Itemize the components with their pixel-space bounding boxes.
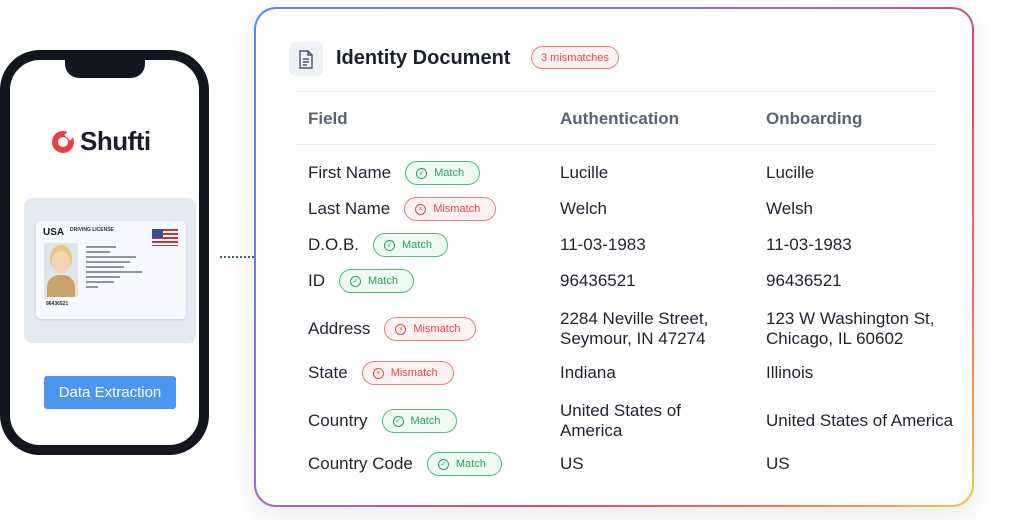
table-row: ID ✓ Match 96436521 96436521 [256, 261, 972, 301]
field-cell: Country Code ✓ Match [308, 444, 502, 484]
mismatch-badge: × Mismatch [361, 361, 454, 385]
check-circle-icon: ✓ [384, 239, 396, 251]
driving-license-card: USA DRIVING LICENSE 96436521 [36, 221, 186, 319]
x-circle-icon: × [395, 323, 407, 335]
authentication-value: US [560, 454, 584, 473]
authentication-value: Lucille [560, 163, 609, 182]
field-label: Country Code [308, 454, 413, 473]
card-country: USA [43, 227, 65, 238]
field-label: D.O.B. [308, 235, 360, 254]
mismatch-count-badge: 3 mismatches [531, 46, 619, 69]
onboarding-value: Illinois [766, 363, 814, 382]
x-circle-icon: × [372, 367, 384, 379]
x-circle-icon: × [415, 203, 427, 215]
mismatch-badge: × Mismatch [404, 197, 497, 221]
authentication-value: 96436521 [560, 271, 636, 290]
status-label: Match [434, 167, 465, 179]
field-label: Address [308, 319, 371, 338]
identity-document-panel: Identity Document 3 mismatches Field Aut… [254, 7, 974, 507]
table-row: State × Mismatch Indiana Illinois [256, 353, 972, 393]
id-card-holder: USA DRIVING LICENSE 96436521 [24, 198, 196, 343]
authentication-value: 11-03-1983 [560, 235, 646, 254]
shufti-logo-icon [52, 130, 74, 153]
column-header-field: Field [308, 109, 348, 128]
status-label: Match [402, 239, 432, 251]
field-cell: D.O.B. ✓ Match [308, 225, 448, 265]
brand-name: Shufti [80, 126, 151, 156]
match-badge: ✓ Match [339, 269, 414, 293]
field-cell: ID ✓ Match [308, 261, 414, 301]
header-divider-top [296, 91, 936, 92]
status-label: Mismatch [433, 203, 481, 215]
id-photo [44, 243, 78, 297]
match-badge: ✓ Match [405, 161, 481, 185]
authentication-value: 2284 Neville Street, Seymour, IN 47274 [560, 309, 709, 348]
status-label: Match [410, 415, 441, 427]
onboarding-value: 96436521 [766, 271, 842, 290]
column-header-authentication: Authentication [560, 109, 679, 128]
field-cell: State × Mismatch [308, 353, 454, 393]
table-row: Country Code ✓ Match US US [256, 444, 972, 484]
check-circle-icon: ✓ [437, 458, 449, 470]
document-icon [289, 42, 323, 76]
phone-notch [65, 58, 145, 78]
status-label: Mismatch [390, 367, 438, 379]
table-row: First Name ✓ Match Lucille Lucille [256, 153, 972, 193]
onboarding-value: 11-03-1983 [766, 235, 852, 254]
field-label: Last Name [308, 199, 391, 218]
check-circle-icon: ✓ [392, 415, 404, 427]
status-label: Match [455, 458, 486, 470]
match-badge: ✓ Match [373, 233, 448, 257]
check-circle-icon: ✓ [350, 275, 361, 287]
data-extraction-button[interactable]: Data Extraction [44, 376, 176, 409]
card-number: 96436521 [46, 301, 69, 307]
table-row: Country ✓ Match United States of America Uni… [256, 399, 972, 443]
check-circle-icon: ✓ [416, 167, 428, 179]
onboarding-value: Welsh [766, 199, 813, 218]
field-label: ID [308, 271, 325, 290]
field-label: First Name [308, 163, 392, 182]
field-cell: Address × Mismatch [308, 307, 477, 351]
table-row: Address × Mismatch 2284 Neville Street, Sey… [256, 307, 972, 351]
table-row: Last Name × Mismatch Welch Welsh [256, 189, 972, 229]
match-badge: ✓ Match [426, 452, 502, 476]
panel-title: Identity Document [336, 47, 511, 69]
field-cell: Country ✓ Match [308, 399, 457, 443]
header-divider-bottom [296, 144, 936, 145]
card-details [86, 243, 156, 291]
mismatch-badge: × Mismatch [384, 317, 477, 341]
field-label: State [308, 363, 348, 382]
status-label: Match [368, 275, 398, 287]
onboarding-value: United States of America [766, 411, 954, 430]
table-row: D.O.B. ✓ Match 11-03-1983 11-03-1983 [256, 225, 972, 265]
phone-mockup: Shufti USA DRIVING LICENSE 96436521 Data… [0, 50, 209, 455]
onboarding-value: 123 W Washington St, Chicago, IL 60602 [766, 309, 935, 348]
field-cell: Last Name × Mismatch [308, 189, 497, 229]
onboarding-value: Lucille [766, 163, 815, 182]
field-label: Country [308, 411, 368, 430]
card-type: DRIVING LICENSE [70, 227, 114, 233]
authentication-value: Welch [560, 199, 607, 218]
column-header-onboarding: Onboarding [766, 109, 863, 128]
authentication-value: Indiana [560, 363, 616, 382]
dotted-connector [220, 256, 258, 258]
brand: Shufti [52, 126, 151, 157]
authentication-value: United States of America [560, 401, 681, 440]
status-label: Mismatch [413, 323, 461, 335]
match-badge: ✓ Match [381, 409, 457, 433]
field-cell: First Name ✓ Match [308, 153, 481, 193]
onboarding-value: US [766, 454, 790, 473]
